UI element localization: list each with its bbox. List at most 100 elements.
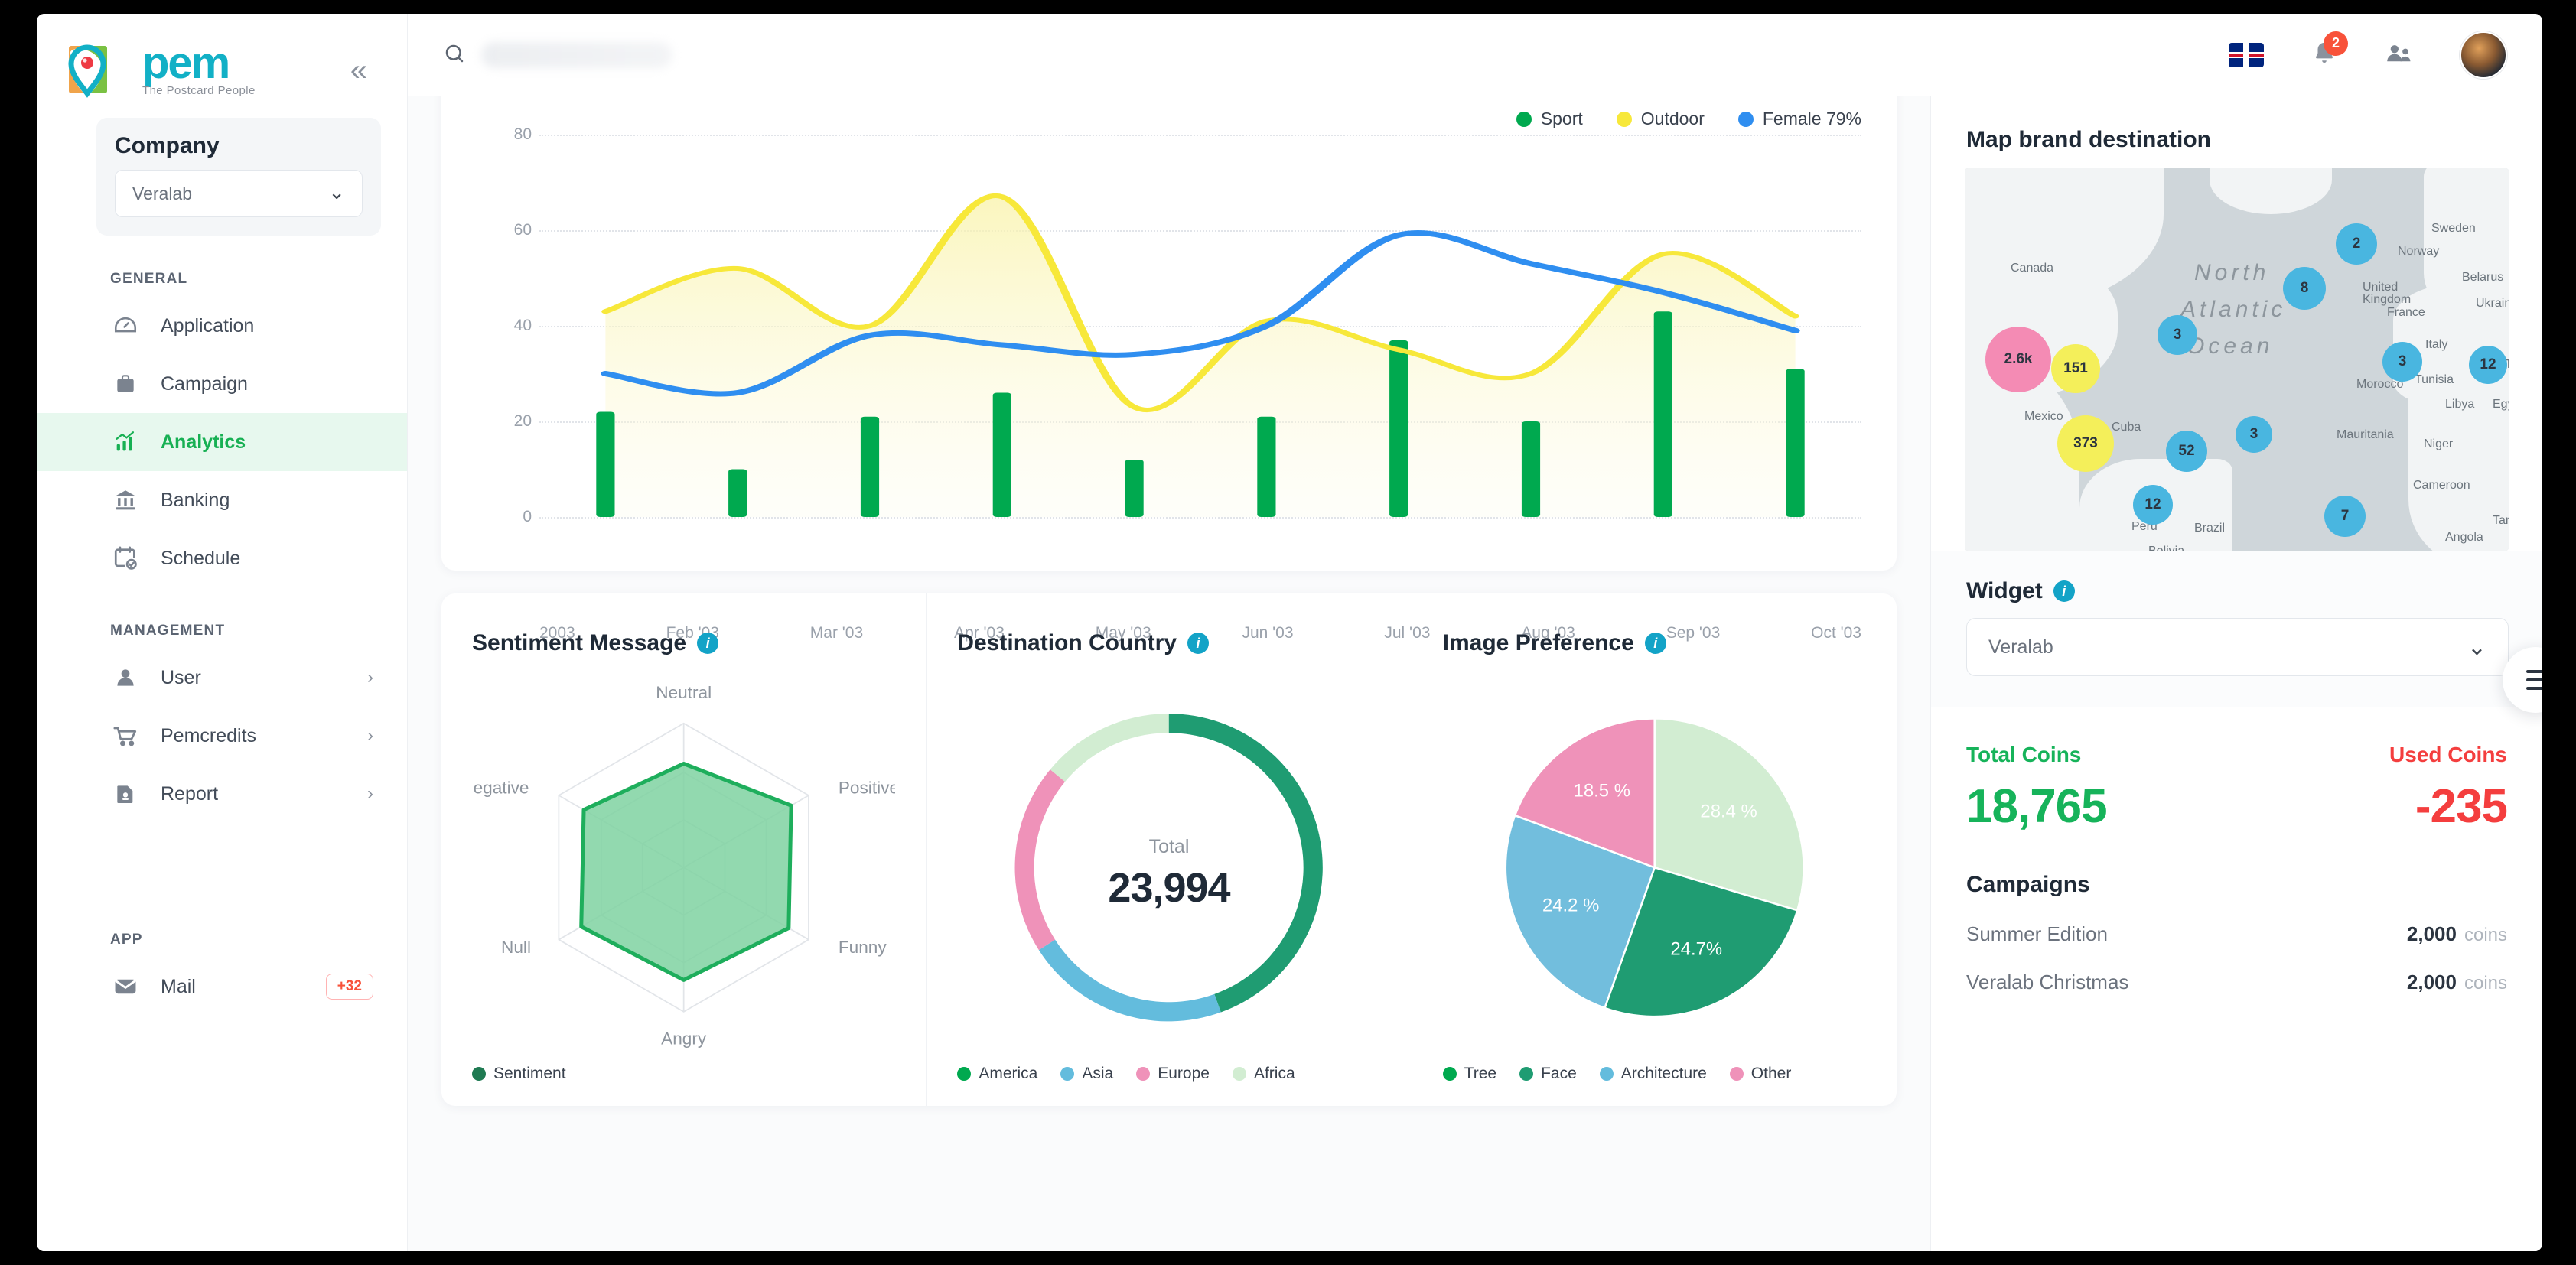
avatar[interactable] bbox=[2460, 31, 2507, 79]
legend-dot bbox=[1516, 111, 1532, 127]
map-cluster-marker[interactable]: 12 bbox=[2469, 346, 2507, 384]
y-tick: 20 bbox=[513, 412, 532, 430]
widget-select[interactable]: Veralab ⌄ bbox=[1966, 618, 2509, 676]
chevrons-left-icon[interactable]: « bbox=[350, 55, 367, 86]
map-cluster-marker[interactable]: 3 bbox=[2382, 342, 2422, 382]
analytics-cards-row: Sentiment Message i Neutral Positive Funny… bbox=[441, 593, 1897, 1106]
legend-item-sport[interactable]: Sport bbox=[1516, 109, 1583, 129]
y-tick: 0 bbox=[523, 508, 532, 525]
map-label: Norway bbox=[2398, 245, 2440, 258]
map-cluster-marker[interactable]: 373 bbox=[2057, 415, 2114, 472]
chart-svg bbox=[596, 193, 1805, 517]
legend-item-asia[interactable]: Asia bbox=[1060, 1065, 1113, 1083]
sidebar-item-user[interactable]: User › bbox=[37, 649, 407, 707]
map-cluster-marker[interactable]: 12 bbox=[2133, 485, 2173, 525]
uk-flag-icon[interactable] bbox=[2229, 43, 2264, 67]
legend-item-other[interactable]: Other bbox=[1729, 1065, 1791, 1083]
legend-dot bbox=[1519, 1067, 1534, 1081]
nav-section-general: GENERAL bbox=[110, 271, 188, 287]
brand-destination-map[interactable]: North Atlantic Ocean Canada Mexico Cuba … bbox=[1965, 168, 2509, 551]
legend-label: Sentiment bbox=[493, 1065, 566, 1082]
legend-dot bbox=[1599, 1067, 1614, 1081]
legend-dot bbox=[472, 1067, 486, 1081]
chevron-right-icon: › bbox=[367, 667, 373, 688]
map-cluster-value: 151 bbox=[2063, 360, 2088, 376]
map-cluster-marker[interactable]: 151 bbox=[2051, 344, 2100, 393]
people-icon[interactable] bbox=[2385, 41, 2412, 70]
company-select[interactable]: Veralab ⌄ bbox=[115, 170, 363, 217]
info-icon[interactable]: i bbox=[1187, 632, 1209, 654]
svg-text:18.5 %: 18.5 % bbox=[1573, 780, 1630, 801]
mail-badge: +32 bbox=[325, 974, 373, 1000]
campaign-name: Veralab Christmas bbox=[1966, 971, 2129, 993]
legend-label: Female 79% bbox=[1762, 109, 1861, 128]
info-icon[interactable]: i bbox=[1644, 632, 1666, 654]
widget-select-value: Veralab bbox=[1988, 636, 2053, 658]
sidebar-item-application[interactable]: Application bbox=[37, 297, 407, 355]
legend-item-europe[interactable]: Europe bbox=[1136, 1065, 1210, 1083]
map-label: Bolivia bbox=[2148, 545, 2184, 551]
search-bar[interactable] bbox=[443, 42, 672, 69]
legend-item-face[interactable]: Face bbox=[1519, 1065, 1577, 1083]
legend-label: Europe bbox=[1158, 1065, 1210, 1082]
chart-legend: Sport Outdoor Female 79% bbox=[1516, 109, 1861, 129]
map-label: Niger bbox=[2424, 437, 2454, 450]
legend-item-outdoor[interactable]: Outdoor bbox=[1616, 109, 1705, 129]
used-coins-value: -235 bbox=[2415, 780, 2508, 833]
campaign-row[interactable]: Summer Edition 2,000 coins bbox=[1931, 910, 2542, 958]
map-cluster-marker[interactable]: 7 bbox=[2324, 496, 2366, 537]
total-coins: Total Coins 18,765 bbox=[1966, 743, 2222, 834]
sidebar: pem The Postcard People « Company Verala… bbox=[37, 14, 408, 1251]
user-icon bbox=[110, 662, 141, 693]
map-cluster-marker[interactable]: 3 bbox=[2236, 416, 2272, 453]
radar-chart: Neutral Positive Funny Angry Null Negative bbox=[472, 661, 895, 1065]
search-input[interactable] bbox=[481, 42, 672, 68]
legend-item-sentiment[interactable]: Sentiment bbox=[472, 1065, 566, 1083]
sidebar-item-schedule[interactable]: Schedule bbox=[37, 529, 407, 587]
campaign-row[interactable]: Veralab Christmas 2,000 coins bbox=[1931, 958, 2542, 1006]
legend-label: Architecture bbox=[1620, 1065, 1707, 1082]
map-cluster-marker[interactable]: 52 bbox=[2166, 431, 2207, 472]
sidebar-item-analytics[interactable]: Analytics bbox=[37, 413, 407, 471]
topbar-actions: 2 bbox=[2229, 31, 2507, 79]
chevron-right-icon: › bbox=[367, 725, 373, 746]
legend-dot bbox=[1616, 111, 1632, 127]
sidebar-item-label: Banking bbox=[161, 489, 230, 511]
notifications-button[interactable]: 2 bbox=[2311, 31, 2348, 70]
map-label: Tunisia bbox=[2415, 373, 2454, 386]
map-label: Ukraine bbox=[2476, 297, 2509, 310]
brand-logo[interactable]: pem The Postcard People « bbox=[37, 14, 407, 98]
sidebar-item-report[interactable]: Report › bbox=[37, 765, 407, 823]
map-cluster-marker[interactable]: 3 bbox=[2158, 315, 2197, 355]
map-title: Map brand destination bbox=[1966, 127, 2212, 152]
campaigns-title: Campaigns bbox=[1966, 872, 2090, 897]
legend-item-africa[interactable]: Africa bbox=[1232, 1065, 1295, 1083]
info-icon[interactable]: i bbox=[697, 632, 719, 654]
mail-icon bbox=[110, 971, 141, 1002]
sidebar-item-pemcredits[interactable]: Pemcredits › bbox=[37, 707, 407, 765]
info-icon[interactable]: i bbox=[2053, 580, 2075, 602]
sidebar-item-mail[interactable]: Mail +32 bbox=[37, 958, 407, 1016]
sidebar-item-campaign[interactable]: Campaign bbox=[37, 355, 407, 413]
brand-tagline: The Postcard People bbox=[142, 83, 256, 97]
legend-item-architecture[interactable]: Architecture bbox=[1599, 1065, 1707, 1083]
map-cluster-marker[interactable]: 2 bbox=[2336, 223, 2377, 265]
sidebar-item-banking[interactable]: Banking bbox=[37, 471, 407, 529]
map-cluster-marker[interactable]: 8 bbox=[2283, 267, 2326, 310]
calendar-check-icon bbox=[110, 543, 141, 574]
dashboard-icon bbox=[110, 311, 141, 341]
legend-item-tree[interactable]: Tree bbox=[1442, 1065, 1496, 1083]
pem-logo-icon bbox=[67, 43, 138, 98]
right-panel: Map brand destination North Atlantic Oce… bbox=[1930, 96, 2542, 1251]
legend-item-female[interactable]: Female 79% bbox=[1737, 109, 1861, 129]
legend-item-america[interactable]: America bbox=[957, 1065, 1037, 1083]
brand-name: pem bbox=[142, 37, 230, 88]
map-cluster-value: 7 bbox=[2340, 508, 2350, 524]
map-label: United Kingdom bbox=[2363, 281, 2412, 306]
search-icon bbox=[443, 42, 466, 69]
map-cluster-marker[interactable]: 2.6k bbox=[1985, 327, 2051, 392]
main-area: 2 Sport Outdoor Female 79% 80 60 40 20 0… bbox=[408, 14, 2542, 1251]
legend-dot bbox=[957, 1067, 972, 1081]
sidebar-item-label: User bbox=[161, 666, 201, 688]
ocean-label-north: North bbox=[2194, 260, 2270, 285]
